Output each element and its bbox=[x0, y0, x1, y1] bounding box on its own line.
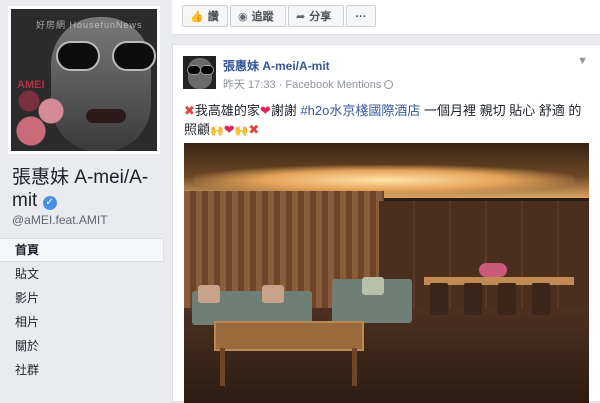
follow-label: 追蹤 bbox=[251, 11, 274, 23]
thumbs-up-icon: 👍 bbox=[190, 11, 204, 23]
post-avatar[interactable] bbox=[183, 56, 216, 89]
post-time[interactable]: 昨天 17:33 bbox=[223, 79, 276, 91]
post-card: 張惠妹 A-mei/A-mit 昨天 17:33 · Facebook Ment… bbox=[172, 44, 600, 403]
flowers bbox=[11, 81, 71, 151]
globe-icon bbox=[384, 80, 394, 89]
left-column: AMEI 好房網 HousefunNews 張惠妹 A-mei/A-mit ✓ … bbox=[0, 0, 172, 402]
like-button[interactable]: 👍 讚 bbox=[182, 5, 228, 27]
share-arrow-icon: ➦ bbox=[296, 11, 306, 23]
raised-hands-icon: 🙌 bbox=[210, 125, 224, 137]
sofa-left bbox=[192, 285, 312, 325]
like-label: 讚 bbox=[207, 11, 219, 23]
table-leg bbox=[220, 348, 225, 386]
coffee-table bbox=[214, 321, 364, 351]
share-button[interactable]: ➦ 分享 bbox=[288, 5, 344, 27]
post-text-2: 謝謝 bbox=[270, 103, 301, 118]
nav-item-videos[interactable]: 影片 bbox=[0, 286, 164, 310]
post-author[interactable]: 張惠妹 A-mei/A-mit bbox=[223, 57, 330, 74]
follow-button[interactable]: ◉ 追蹤 bbox=[230, 5, 286, 27]
dining-area bbox=[424, 263, 574, 319]
raised-hands-icon: 🙌 bbox=[234, 125, 249, 137]
nav-item-photos[interactable]: 相片 bbox=[0, 310, 164, 334]
post-text: ✖我高雄的家❤謝謝 #h2o水京棧國際酒店 一個月裡 親切 貼心 舒適 的照顧🙌… bbox=[184, 101, 589, 141]
profile-mark: AMEI bbox=[17, 79, 45, 91]
hashtag-link[interactable]: #h2o水京棧國際酒店 bbox=[300, 103, 420, 118]
watermark: 好房網 HousefunNews bbox=[36, 20, 143, 30]
more-label: ··· bbox=[355, 11, 367, 23]
post-photo[interactable] bbox=[184, 143, 589, 403]
heart-icon: ❤ bbox=[259, 103, 271, 118]
nav-item-about[interactable]: 關於 bbox=[0, 334, 164, 358]
page-nav: 首頁 貼文 影片 相片 關於 社群 bbox=[0, 238, 164, 382]
flower-vase bbox=[479, 263, 507, 277]
sunglasses bbox=[56, 41, 157, 71]
chevron-down-icon[interactable]: ▼ bbox=[577, 55, 588, 67]
verified-badge-icon: ✓ bbox=[42, 196, 57, 210]
nav-item-home[interactable]: 首頁 bbox=[0, 238, 164, 262]
page-title[interactable]: 張惠妹 A-mei/A-mit ✓ bbox=[12, 166, 162, 212]
lips bbox=[86, 109, 126, 123]
rss-icon: ◉ bbox=[238, 11, 248, 23]
heart-icon: ❤ bbox=[223, 122, 235, 137]
post-meta: 昨天 17:33 · Facebook Mentions bbox=[223, 76, 394, 92]
page-name-text[interactable]: 張惠妹 A-mei/A-mit bbox=[12, 167, 148, 211]
armchair bbox=[332, 277, 412, 323]
post-source[interactable]: Facebook Mentions bbox=[285, 79, 381, 91]
meta-separator: · bbox=[275, 79, 286, 91]
nav-item-posts[interactable]: 貼文 bbox=[0, 262, 164, 286]
more-button[interactable]: ··· bbox=[346, 5, 376, 27]
nav-item-community[interactable]: 社群 bbox=[0, 358, 164, 382]
post-text-1: 我高雄的家 bbox=[194, 103, 260, 118]
page-action-bar: 👍 讚 ◉ 追蹤 ➦ 分享 ··· bbox=[172, 0, 600, 35]
cross-mark-icon: ✖ bbox=[248, 122, 260, 137]
page-handle[interactable]: @aMEI.feat.AMIT bbox=[12, 213, 108, 227]
cross-mark-icon: ✖ bbox=[184, 103, 195, 118]
share-label: 分享 bbox=[309, 11, 332, 23]
table-leg bbox=[352, 348, 357, 386]
